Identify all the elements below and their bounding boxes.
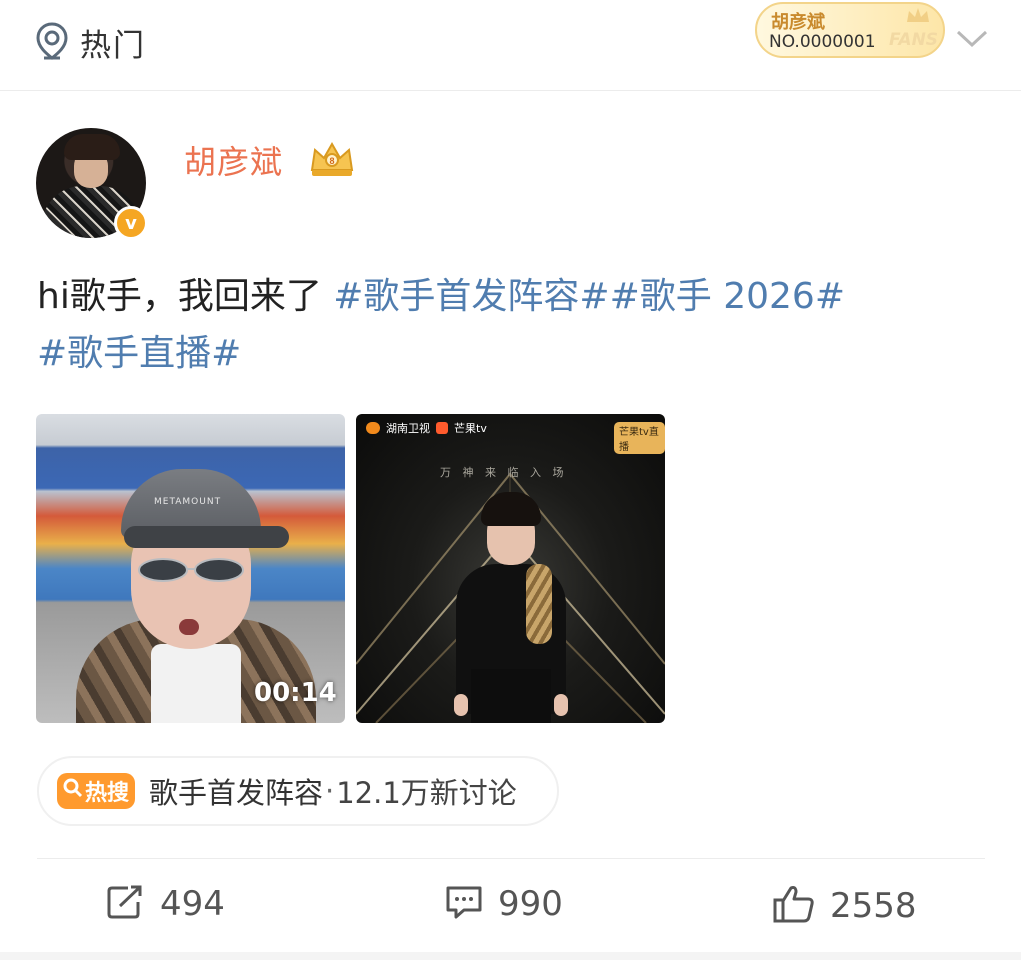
poster-person-hand bbox=[454, 694, 468, 716]
crown-icon[interactable]: 8 bbox=[308, 140, 356, 182]
feed-hot-tab[interactable]: 热门 bbox=[34, 20, 146, 65]
fans-badge-number: NO.0000001 bbox=[769, 32, 876, 52]
person-mouth bbox=[179, 619, 199, 635]
chevron-down-icon[interactable] bbox=[955, 28, 989, 54]
hot-search-count: 12.1万新讨论 bbox=[336, 776, 517, 810]
poster-logos: 湖南卫视 芒果tv bbox=[366, 420, 487, 436]
repost-icon bbox=[106, 884, 146, 924]
svg-text:8: 8 bbox=[329, 156, 334, 166]
repost-count: 494 bbox=[160, 884, 225, 924]
verified-icon: v bbox=[114, 206, 148, 240]
video-thumbnail[interactable]: METAMOUNT 00:14 bbox=[36, 414, 345, 723]
hot-search-separator: · bbox=[325, 774, 335, 808]
top-bar: 热门 胡彦斌 NO.0000001 FANS bbox=[0, 0, 1021, 91]
like-button[interactable]: 2558 bbox=[772, 884, 917, 928]
comment-icon bbox=[444, 884, 484, 924]
comment-button[interactable]: 990 bbox=[444, 884, 563, 924]
fans-badge[interactable]: 胡彦斌 NO.0000001 FANS bbox=[755, 2, 945, 58]
location-hot-icon bbox=[34, 21, 70, 65]
fans-badge-name: 胡彦斌 bbox=[771, 12, 825, 33]
topic-link[interactable]: #歌手首发阵容# bbox=[333, 276, 609, 317]
poster-logo2: 芒果tv bbox=[454, 422, 487, 435]
repost-button[interactable]: 494 bbox=[106, 884, 225, 924]
poster-thumbnail[interactable]: 湖南卫视 芒果tv 芒果tv直播 万 神 来 临 入 场 bbox=[356, 414, 665, 723]
author-name[interactable]: 胡彦斌 bbox=[184, 137, 283, 183]
topic-link[interactable]: #歌手直播# bbox=[37, 333, 241, 374]
person-shirt bbox=[151, 644, 241, 723]
sunglasses bbox=[138, 558, 244, 582]
poster-flower-brooch bbox=[526, 564, 552, 644]
cap-logo-text: METAMOUNT bbox=[154, 497, 222, 507]
crown-icon bbox=[905, 6, 931, 30]
person-cap-brim bbox=[124, 526, 289, 548]
poster-person-hand bbox=[554, 694, 568, 716]
poster-logo1: 湖南卫视 bbox=[386, 422, 430, 435]
post-plain-text: hi歌手，我回来了 bbox=[37, 276, 334, 317]
hot-search-card[interactable]: 热搜 歌手首发阵容 · 12.1万新讨论 bbox=[37, 756, 559, 826]
mango-tv-logo-icon bbox=[436, 422, 448, 434]
post-text: hi歌手，我回来了 #歌手首发阵容##歌手 2026# #歌手直播# bbox=[37, 268, 977, 382]
poster-tagline: 万 神 来 临 入 场 bbox=[440, 466, 568, 479]
feed-label: 热门 bbox=[80, 28, 146, 64]
poster-live-tag: 芒果tv直播 bbox=[614, 422, 665, 454]
hunan-tv-logo-icon bbox=[366, 422, 380, 434]
hot-search-badge-label: 热搜 bbox=[84, 781, 129, 806]
fans-badge-word: FANS bbox=[889, 30, 939, 50]
topic-link[interactable]: #歌手 2026# bbox=[610, 276, 845, 317]
like-count: 2558 bbox=[830, 886, 917, 926]
bottom-edge bbox=[0, 952, 1021, 960]
video-duration: 00:14 bbox=[254, 678, 337, 708]
poster-person-legs bbox=[471, 669, 551, 723]
like-icon bbox=[772, 884, 816, 928]
comment-count: 990 bbox=[498, 884, 563, 924]
hot-search-topic: 歌手首发阵容 bbox=[149, 776, 324, 810]
hot-search-badge: 热搜 bbox=[57, 773, 135, 809]
avatar-hair bbox=[64, 134, 120, 160]
search-icon bbox=[63, 778, 83, 804]
divider bbox=[37, 858, 985, 859]
